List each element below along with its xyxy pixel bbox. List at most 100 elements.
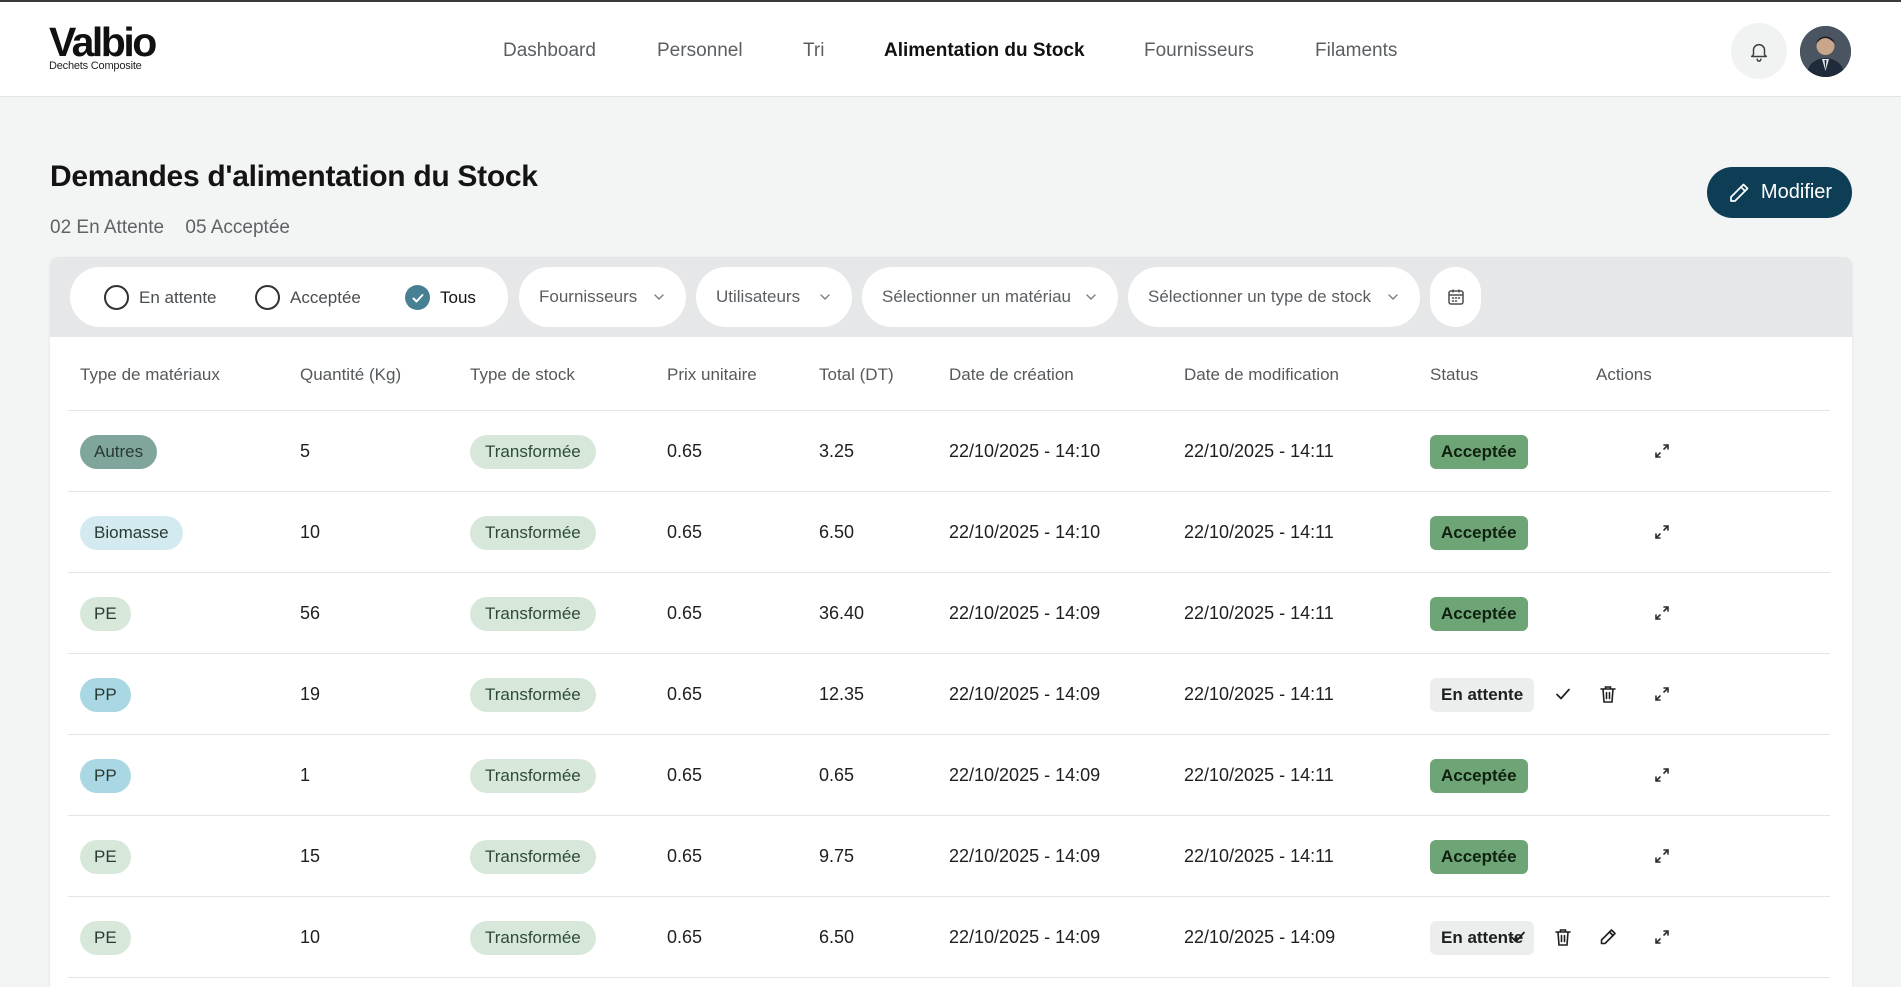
table-row[interactable]: Biomasse 10 Transformée 0.65 6.50 22/10/2025 … xyxy=(68,492,1830,573)
expand-icon[interactable] xyxy=(1650,763,1674,787)
users-dropdown[interactable]: Utilisateurs xyxy=(696,267,852,327)
calendar-icon xyxy=(1447,289,1464,305)
column-header[interactable]: Total (DT) xyxy=(819,365,894,385)
cell-total: 12.35 xyxy=(819,684,865,704)
cell-qty: 15 xyxy=(300,846,321,866)
cell-status: Acceptée xyxy=(1430,492,1528,573)
status-radio-en-attente[interactable]: En attente xyxy=(104,285,217,310)
nav-personnel[interactable]: Personnel xyxy=(657,40,743,62)
chevron-down-icon xyxy=(1386,290,1400,304)
cell-qty: 56 xyxy=(300,603,321,623)
cell-total: 9.75 xyxy=(819,846,855,866)
cell-modified: 22/10/2025 - 14:11 xyxy=(1184,603,1334,623)
cell-price: 0.65 xyxy=(667,441,703,461)
expand-icon[interactable] xyxy=(1650,520,1674,544)
expand-icon[interactable] xyxy=(1650,844,1674,868)
table-row[interactable]: PP 1 Transformée 0.65 0.65 22/10/2025 - 14:09… xyxy=(68,735,1830,816)
cell-stock: Transformée xyxy=(470,411,596,492)
cell-material: PP xyxy=(80,654,131,735)
table-row[interactable]: PE 56 Transformée 0.65 36.40 22/10/2025 - 14:… xyxy=(68,573,1830,654)
column-header[interactable]: Date de création xyxy=(949,365,1074,385)
modify-button[interactable]: Modifier xyxy=(1707,167,1852,218)
main-nav: Dashboard Personnel Tri Alimentation du … xyxy=(0,40,1901,64)
trash-icon[interactable] xyxy=(1551,925,1575,949)
request-counts: 02 En Attente 05 Acceptée xyxy=(50,217,306,239)
expand-icon[interactable] xyxy=(1650,439,1674,463)
material-tag: Autres xyxy=(80,434,158,469)
cell-modified: 22/10/2025 - 14:11 xyxy=(1184,441,1334,461)
stock-type-tag: Transformée xyxy=(470,758,596,793)
column-header[interactable]: Status xyxy=(1430,365,1478,385)
radio-label-en-attente: En attente xyxy=(139,287,217,307)
cell-price: 0.65 xyxy=(667,765,703,785)
cell-material: PE xyxy=(80,816,131,897)
top-navigation-bar: Valbio Dechets Composite Dashboard Perso… xyxy=(0,2,1901,97)
check-icon[interactable] xyxy=(1506,925,1530,949)
material-dropdown[interactable]: Sélectionner un matériau xyxy=(862,267,1118,327)
stock-type-dropdown[interactable]: Sélectionner un type de stock xyxy=(1128,267,1420,327)
column-header[interactable]: Date de modification xyxy=(1184,365,1339,385)
cell-qty: 1 xyxy=(300,765,311,785)
column-header[interactable]: Prix unitaire xyxy=(667,365,757,385)
cell-qty: 10 xyxy=(300,522,321,542)
cell-price: 0.65 xyxy=(667,927,703,947)
date-filter-button[interactable] xyxy=(1430,267,1481,327)
table-row[interactable]: Autres 5 Transformée 0.65 3.25 22/10/2025 - 1… xyxy=(68,411,1830,492)
pencil-icon xyxy=(1730,183,1749,202)
stock-type-tag: Transformée xyxy=(470,434,596,469)
expand-icon[interactable] xyxy=(1650,601,1674,625)
expand-icon[interactable] xyxy=(1650,925,1674,949)
radio-unchecked-icon xyxy=(104,285,129,310)
cell-modified: 22/10/2025 - 14:11 xyxy=(1184,684,1334,704)
column-header[interactable]: Type de matériaux xyxy=(80,365,220,385)
cell-created: 22/10/2025 - 14:09 xyxy=(949,765,1101,785)
status-radio-acceptee[interactable]: Acceptée xyxy=(255,285,361,310)
cell-material: PE xyxy=(80,573,131,654)
stock-type-tag: Transformée xyxy=(470,677,596,712)
column-header[interactable]: Type de stock xyxy=(470,365,575,385)
cell-status: Acceptée xyxy=(1430,735,1528,816)
material-tag: PE xyxy=(80,596,131,631)
column-header[interactable]: Actions xyxy=(1596,365,1652,385)
users-dropdown-label: Utilisateurs xyxy=(716,287,801,306)
nav-fournisseurs[interactable]: Fournisseurs xyxy=(1144,40,1254,62)
check-icon[interactable] xyxy=(1551,682,1575,706)
status-badge: En attente xyxy=(1430,677,1535,712)
column-header[interactable]: Quantité (Kg) xyxy=(300,365,401,385)
cell-total: 6.50 xyxy=(819,522,855,542)
stock-type-tag: Transformée xyxy=(470,596,596,631)
status-radio-tous[interactable]: Tous xyxy=(405,285,476,310)
nav-dashboard[interactable]: Dashboard xyxy=(503,40,596,62)
pending-count: 02 En Attente xyxy=(50,217,165,238)
table-row[interactable]: PE 10 Transformée 0.65 6.50 22/10/2025 - 14:0… xyxy=(68,897,1830,978)
suppliers-dropdown-label: Fournisseurs xyxy=(539,287,638,306)
stock-type-tag: Transformée xyxy=(470,920,596,955)
cell-modified: 22/10/2025 - 14:11 xyxy=(1184,765,1334,785)
cell-stock: Transformée xyxy=(470,573,596,654)
cell-created: 22/10/2025 - 14:09 xyxy=(949,603,1101,623)
radio-label-acceptee: Acceptée xyxy=(290,287,361,307)
cell-price: 0.65 xyxy=(667,846,703,866)
cell-stock: Transformée xyxy=(470,735,596,816)
cell-qty: 19 xyxy=(300,684,321,704)
status-badge: Acceptée xyxy=(1430,434,1528,469)
nav-tri[interactable]: Tri xyxy=(803,40,824,62)
expand-icon[interactable] xyxy=(1650,682,1674,706)
nav-alimentation-du-stock[interactable]: Alimentation du Stock xyxy=(884,40,1085,62)
cell-material: PP xyxy=(80,735,131,816)
table-header: Type de matériaux Quantité (Kg) Type de … xyxy=(68,337,1830,411)
trash-icon[interactable] xyxy=(1596,682,1620,706)
cell-created: 22/10/2025 - 14:09 xyxy=(949,684,1101,704)
pencil-icon[interactable] xyxy=(1596,925,1620,949)
material-tag: PP xyxy=(80,758,131,793)
cell-total: 6.50 xyxy=(819,927,855,947)
cell-status: Acceptée xyxy=(1430,573,1528,654)
table-row[interactable]: PP 19 Transformée 0.65 12.35 22/10/2025 - 14:… xyxy=(68,654,1830,735)
suppliers-dropdown[interactable]: Fournisseurs xyxy=(519,267,686,327)
notifications-button[interactable] xyxy=(1731,23,1787,79)
nav-filaments[interactable]: Filaments xyxy=(1315,40,1397,62)
cell-total: 0.65 xyxy=(819,765,855,785)
chevron-down-icon xyxy=(818,290,832,304)
user-avatar[interactable] xyxy=(1800,26,1851,77)
table-row[interactable]: PE 15 Transformée 0.65 9.75 22/10/2025 - 14:0… xyxy=(68,816,1830,897)
